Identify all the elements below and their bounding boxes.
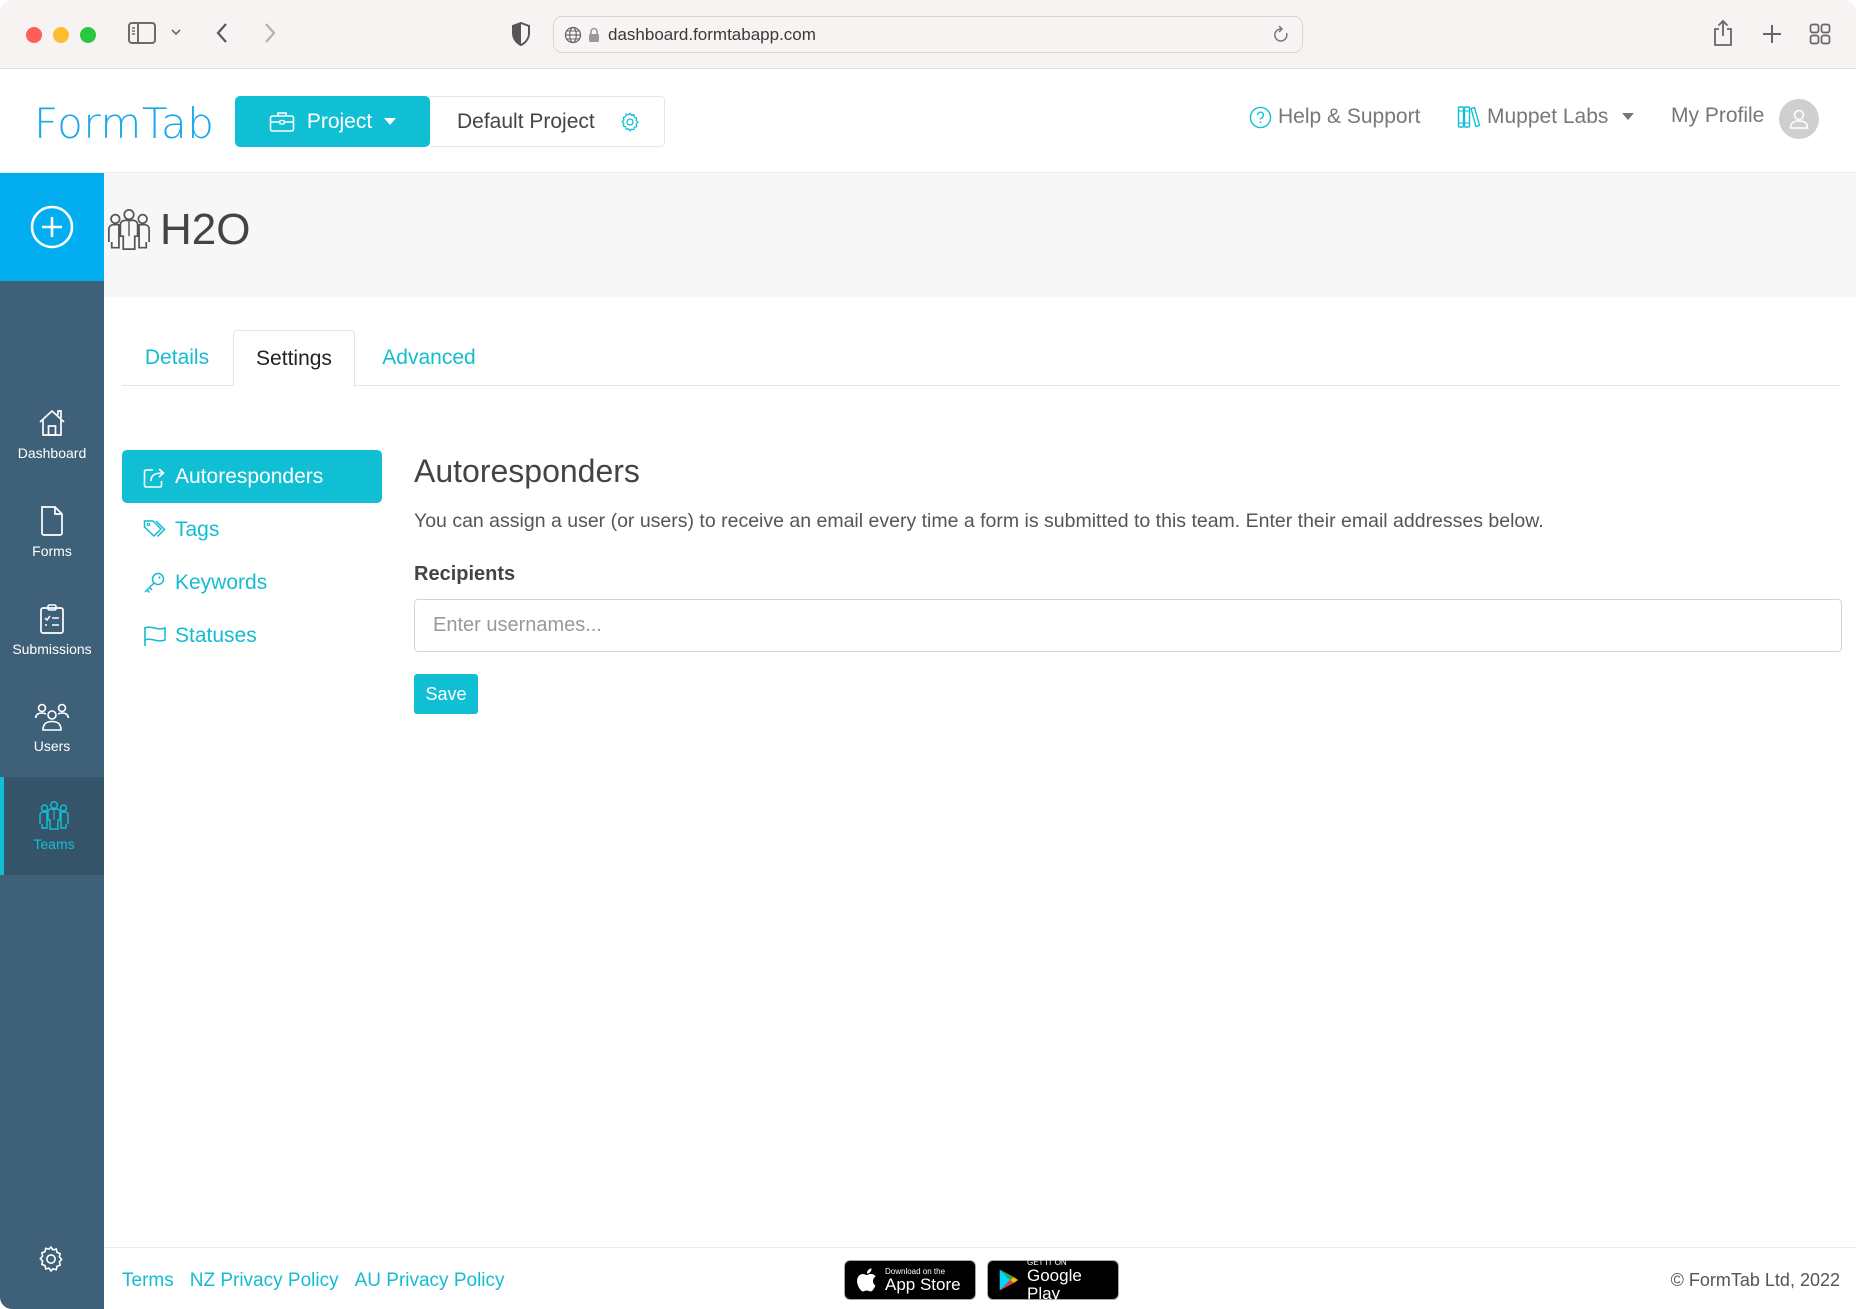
terms-link[interactable]: Terms	[122, 1270, 174, 1292]
briefcase-icon	[269, 111, 295, 133]
tab-overview-icon[interactable]	[1809, 23, 1831, 45]
settings-nav-tags[interactable]: Tags	[122, 503, 382, 556]
new-tab-icon[interactable]	[1761, 23, 1783, 45]
tab-advanced[interactable]: Advanced	[356, 330, 502, 386]
sidebar-item-label: Teams	[33, 836, 75, 852]
recipients-input[interactable]	[414, 599, 1842, 652]
section-description: You can assign a user (or users) to rece…	[414, 510, 1544, 532]
google-play-big-text: Google Play	[1026, 1265, 1082, 1303]
nz-privacy-policy-link[interactable]: NZ Privacy Policy	[190, 1270, 339, 1292]
apple-icon	[857, 1268, 876, 1292]
tab-settings[interactable]: Settings	[233, 330, 355, 387]
organization-label: Muppet Labs	[1487, 105, 1609, 128]
user-icon	[1789, 109, 1809, 129]
au-privacy-policy-link[interactable]: AU Privacy Policy	[355, 1270, 505, 1292]
caret-down-icon	[1622, 113, 1635, 121]
section-heading: Autoresponders	[414, 453, 640, 489]
minimize-window-button[interactable]	[53, 27, 69, 43]
settings-nav-autoresponders[interactable]: Autoresponders	[122, 450, 382, 503]
formtab-logo[interactable]: FormTab	[34, 99, 214, 148]
sidebar-item-teams[interactable]: Teams	[0, 777, 104, 875]
close-window-button[interactable]	[26, 27, 42, 43]
help-support-link[interactable]: Help & Support	[1249, 105, 1420, 129]
recipients-label: Recipients	[414, 563, 516, 585]
settings-nav-label: Keywords	[175, 570, 268, 594]
tab-bar: Details Settings Advanced	[122, 330, 1840, 387]
current-project-name: Default Project	[457, 109, 595, 133]
sidebar-item-label: Dashboard	[17, 445, 87, 461]
sidebar-item-submissions[interactable]: Submissions	[0, 581, 104, 679]
sidebar: Dashboard Forms Submissions Users Teams	[0, 173, 104, 1309]
settings-nav-label: Autoresponders	[175, 464, 324, 488]
autoresponders-panel: Autoresponders You can assign a user (or…	[414, 450, 1842, 714]
settings-nav-label: Tags	[175, 517, 220, 541]
settings-gear-icon[interactable]	[36, 1244, 66, 1279]
sidebar-item-forms[interactable]: Forms	[0, 483, 104, 581]
zoom-window-button[interactable]	[80, 27, 96, 43]
back-icon[interactable]	[214, 21, 230, 45]
settings-nav: Autoresponders Tags Keywords Statuses	[122, 450, 382, 662]
page-title: H2O	[160, 205, 251, 254]
current-project: Default Project	[430, 96, 665, 147]
google-play-badge[interactable]: GET IT ON Google Play	[987, 1258, 1119, 1303]
reload-icon[interactable]	[1272, 24, 1290, 45]
settings-nav-label: Statuses	[175, 623, 257, 647]
help-circle-icon	[1249, 106, 1272, 129]
key-icon	[144, 572, 165, 593]
project-button-label: Project	[306, 109, 373, 133]
avatar[interactable]	[1779, 99, 1819, 139]
organization-dropdown[interactable]: Muppet Labs	[1457, 105, 1635, 129]
tags-icon	[143, 519, 166, 537]
settings-nav-keywords[interactable]: Keywords	[122, 556, 382, 609]
clipboard-check-icon	[40, 604, 64, 634]
chevron-down-icon[interactable]	[170, 26, 182, 38]
team-icon	[39, 801, 69, 830]
save-button[interactable]: Save	[414, 674, 478, 714]
privacy-shield-icon[interactable]	[511, 22, 531, 46]
help-support-label: Help & Support	[1278, 105, 1421, 128]
google-play-icon	[999, 1269, 1019, 1291]
my-profile-label: My Profile	[1671, 104, 1765, 127]
app-header: FormTab Project Default Project Help & S…	[0, 69, 1856, 173]
caret-down-icon	[384, 117, 397, 126]
project-dropdown-button[interactable]: Project	[235, 96, 430, 147]
lock-icon	[588, 27, 600, 43]
globe-icon	[564, 26, 582, 44]
address-bar[interactable]: dashboard.formtabapp.com	[553, 16, 1303, 53]
users-icon	[34, 703, 70, 731]
browser-toolbar: dashboard.formtabapp.com	[0, 0, 1856, 69]
sidebar-item-label: Users	[33, 738, 71, 754]
sidebar-item-dashboard[interactable]: Dashboard	[0, 385, 104, 483]
team-icon	[106, 207, 152, 256]
add-new-button[interactable]	[0, 173, 104, 281]
app-store-badge[interactable]: Download on the App Store	[844, 1260, 976, 1300]
tab-details[interactable]: Details	[122, 330, 232, 386]
sidebar-item-label: Submissions	[12, 641, 92, 657]
sidebar-item-label: Forms	[32, 543, 72, 559]
sidebar-item-users[interactable]: Users	[0, 679, 104, 777]
flag-icon	[144, 625, 166, 646]
sidebar-toggle-icon[interactable]	[128, 22, 156, 44]
home-icon	[39, 409, 65, 436]
url-text: dashboard.formtabapp.com	[608, 24, 816, 44]
project-settings-gear-icon[interactable]	[619, 111, 641, 133]
plus-circle-icon	[30, 205, 74, 249]
share-icon	[143, 467, 165, 488]
settings-nav-statuses[interactable]: Statuses	[122, 609, 382, 662]
browser-window: dashboard.formtabapp.com FormTab Project	[0, 0, 1856, 1309]
file-icon	[41, 506, 63, 536]
forward-icon[interactable]	[262, 21, 278, 45]
share-icon[interactable]	[1712, 19, 1734, 47]
my-profile-link[interactable]: My Profile	[1671, 104, 1764, 128]
app-store-big-text: App Store	[885, 1274, 961, 1294]
copyright-text: © FormTab Ltd, 2022	[1670, 1270, 1840, 1290]
page-header: H2O	[104, 173, 1856, 297]
books-icon	[1457, 105, 1481, 129]
footer: Terms NZ Privacy Policy AU Privacy Polic…	[104, 1247, 1856, 1309]
